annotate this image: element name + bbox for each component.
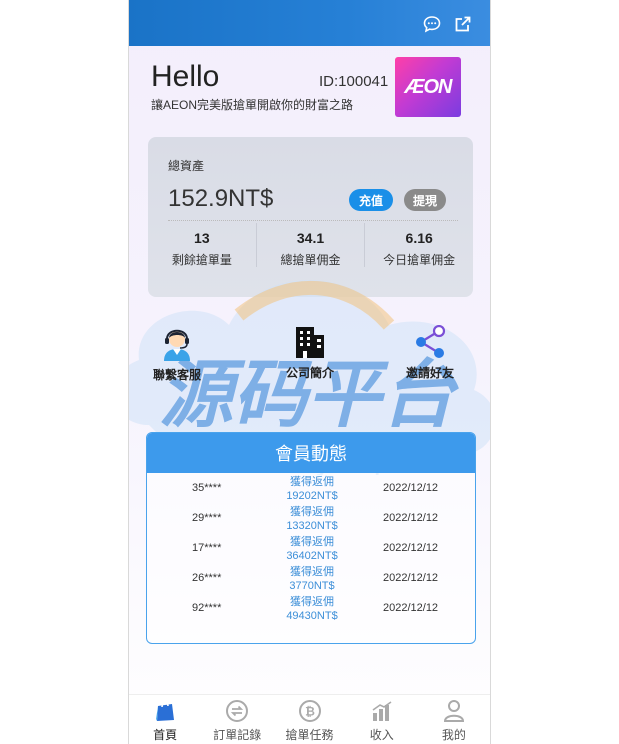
total-assets-value: 152.9NT$ — [168, 185, 274, 212]
bitcoin-icon: ₿ — [298, 700, 321, 722]
member-id: 26**** — [192, 572, 222, 584]
stat-today-commission: 6.16 今日搶單佣金 — [364, 223, 473, 267]
share-icon — [416, 325, 446, 358]
customer-service-icon — [164, 329, 190, 361]
action-text: 獲得返佣 — [290, 506, 334, 518]
top-bar — [129, 0, 490, 46]
logo-text: ÆON — [404, 75, 453, 98]
withdraw-button[interactable]: 提現 — [404, 189, 446, 211]
stat-label: 今日搶單佣金 — [383, 253, 456, 267]
tab-home[interactable]: 首頁 — [129, 695, 201, 744]
member-activity-title: 會員動態 — [147, 433, 475, 473]
stat-label: 總搶單佣金 — [280, 253, 341, 267]
tab-profile[interactable]: 我的 — [418, 695, 490, 744]
member-date: 2022/12/12 — [383, 572, 439, 584]
stat-value: 6.16 — [405, 230, 433, 246]
tab-orders[interactable]: 訂單記錄 — [201, 695, 273, 744]
greeting-title: Hello — [151, 60, 220, 93]
member-action: 獲得返佣 3770NT$ — [272, 565, 352, 593]
building-icon — [296, 327, 324, 358]
external-link-icon[interactable] — [454, 15, 472, 33]
bar-chart-icon — [372, 701, 392, 721]
chat-icon[interactable] — [423, 15, 441, 33]
action-amount: 13320NT$ — [286, 520, 338, 532]
tab-tasks[interactable]: ₿ 搶單任務 — [273, 695, 345, 744]
slogan-text: 讓AEON完美版搶單開啟你的財富之路 — [151, 98, 354, 112]
feature-row: 聯繫客服 公司簡介 邀請好友 — [129, 325, 490, 385]
tab-income[interactable]: 收入 — [346, 695, 418, 744]
list-item: 29**** 獲得返佣 13320NT$ 2022/12/12 — [147, 503, 475, 533]
svg-text:₿: ₿ — [305, 705, 315, 719]
stats-row: 13 剩餘搶單量 34.1 總搶單佣金 6.16 今日搶單佣金 — [148, 223, 473, 267]
tab-label: 首頁 — [153, 728, 178, 742]
list-item: 92**** 獲得返佣 49430NT$ 2022/12/12 — [147, 593, 475, 623]
stat-remaining-orders: 13 剩餘搶單量 — [148, 223, 256, 267]
invite-friends-button[interactable]: 邀請好友 — [385, 325, 475, 381]
stat-label: 剩餘搶單量 — [171, 253, 232, 267]
asset-card: 總資產 152.9NT$ 充值 提現 13 剩餘搶單量 34.1 總搶單佣金 6… — [148, 137, 473, 297]
action-amount: 49430NT$ — [286, 610, 338, 622]
member-id: 29**** — [192, 512, 222, 524]
tab-label: 收入 — [369, 728, 394, 742]
tab-label: 我的 — [441, 728, 466, 742]
stat-value: 13 — [194, 230, 210, 246]
customer-service-button[interactable]: 聯繫客服 — [132, 325, 222, 383]
action-text: 獲得返佣 — [290, 596, 334, 608]
user-id: ID:100041 — [319, 73, 389, 90]
recharge-button[interactable]: 充值 — [349, 189, 393, 211]
member-action: 獲得返佣 49430NT$ — [272, 595, 352, 623]
bottom-tab-bar: 首頁 訂單記錄 ₿ 搶單任務 收入 我的 — [129, 694, 490, 744]
divider — [168, 220, 458, 221]
total-assets-label: 總資產 — [168, 159, 205, 173]
member-date: 2022/12/12 — [383, 542, 439, 554]
action-text: 獲得返佣 — [290, 566, 334, 578]
member-action: 獲得返佣 36402NT$ — [272, 535, 352, 563]
tab-label: 訂單記錄 — [213, 728, 262, 742]
feature-label: 聯繫客服 — [152, 368, 201, 382]
member-action: 獲得返佣 13320NT$ — [272, 505, 352, 533]
action-text: 獲得返佣 — [290, 536, 334, 548]
stat-total-commission: 34.1 總搶單佣金 — [255, 223, 365, 267]
member-date: 2022/12/12 — [383, 602, 439, 614]
member-id: 92**** — [192, 602, 222, 614]
exchange-icon — [226, 700, 249, 722]
member-action: 獲得返佣 19202NT$ — [272, 475, 352, 503]
user-icon — [443, 700, 464, 722]
list-item: 26**** 獲得返佣 3770NT$ 2022/12/12 — [147, 563, 475, 593]
aeon-logo: ÆON — [395, 57, 461, 117]
shopping-bag-icon — [156, 702, 175, 721]
company-profile-button[interactable]: 公司簡介 — [265, 325, 355, 381]
feature-label: 邀請好友 — [405, 366, 454, 380]
feature-label: 公司簡介 — [285, 366, 334, 380]
action-text: 獲得返佣 — [290, 476, 334, 488]
action-amount: 3770NT$ — [289, 580, 335, 592]
member-date: 2022/12/12 — [383, 482, 439, 494]
member-id: 35**** — [192, 482, 222, 494]
stat-value: 34.1 — [296, 230, 325, 246]
action-amount: 36402NT$ — [286, 550, 338, 562]
member-activity-panel: 會員動態 35**** 獲得返佣 19202NT$ 2022/12/12 29**… — [146, 432, 476, 644]
list-item: 35**** 獲得返佣 19202NT$ 2022/12/12 — [147, 473, 475, 503]
list-item: 17**** 獲得返佣 36402NT$ 2022/12/12 — [147, 533, 475, 563]
action-amount: 19202NT$ — [286, 490, 338, 502]
app-screen: Hello ID:100041 讓AEON完美版搶單開啟你的財富之路 ÆON 總… — [128, 0, 491, 744]
member-id: 17**** — [192, 542, 222, 554]
tab-label: 搶單任務 — [285, 728, 334, 742]
member-date: 2022/12/12 — [383, 512, 439, 524]
